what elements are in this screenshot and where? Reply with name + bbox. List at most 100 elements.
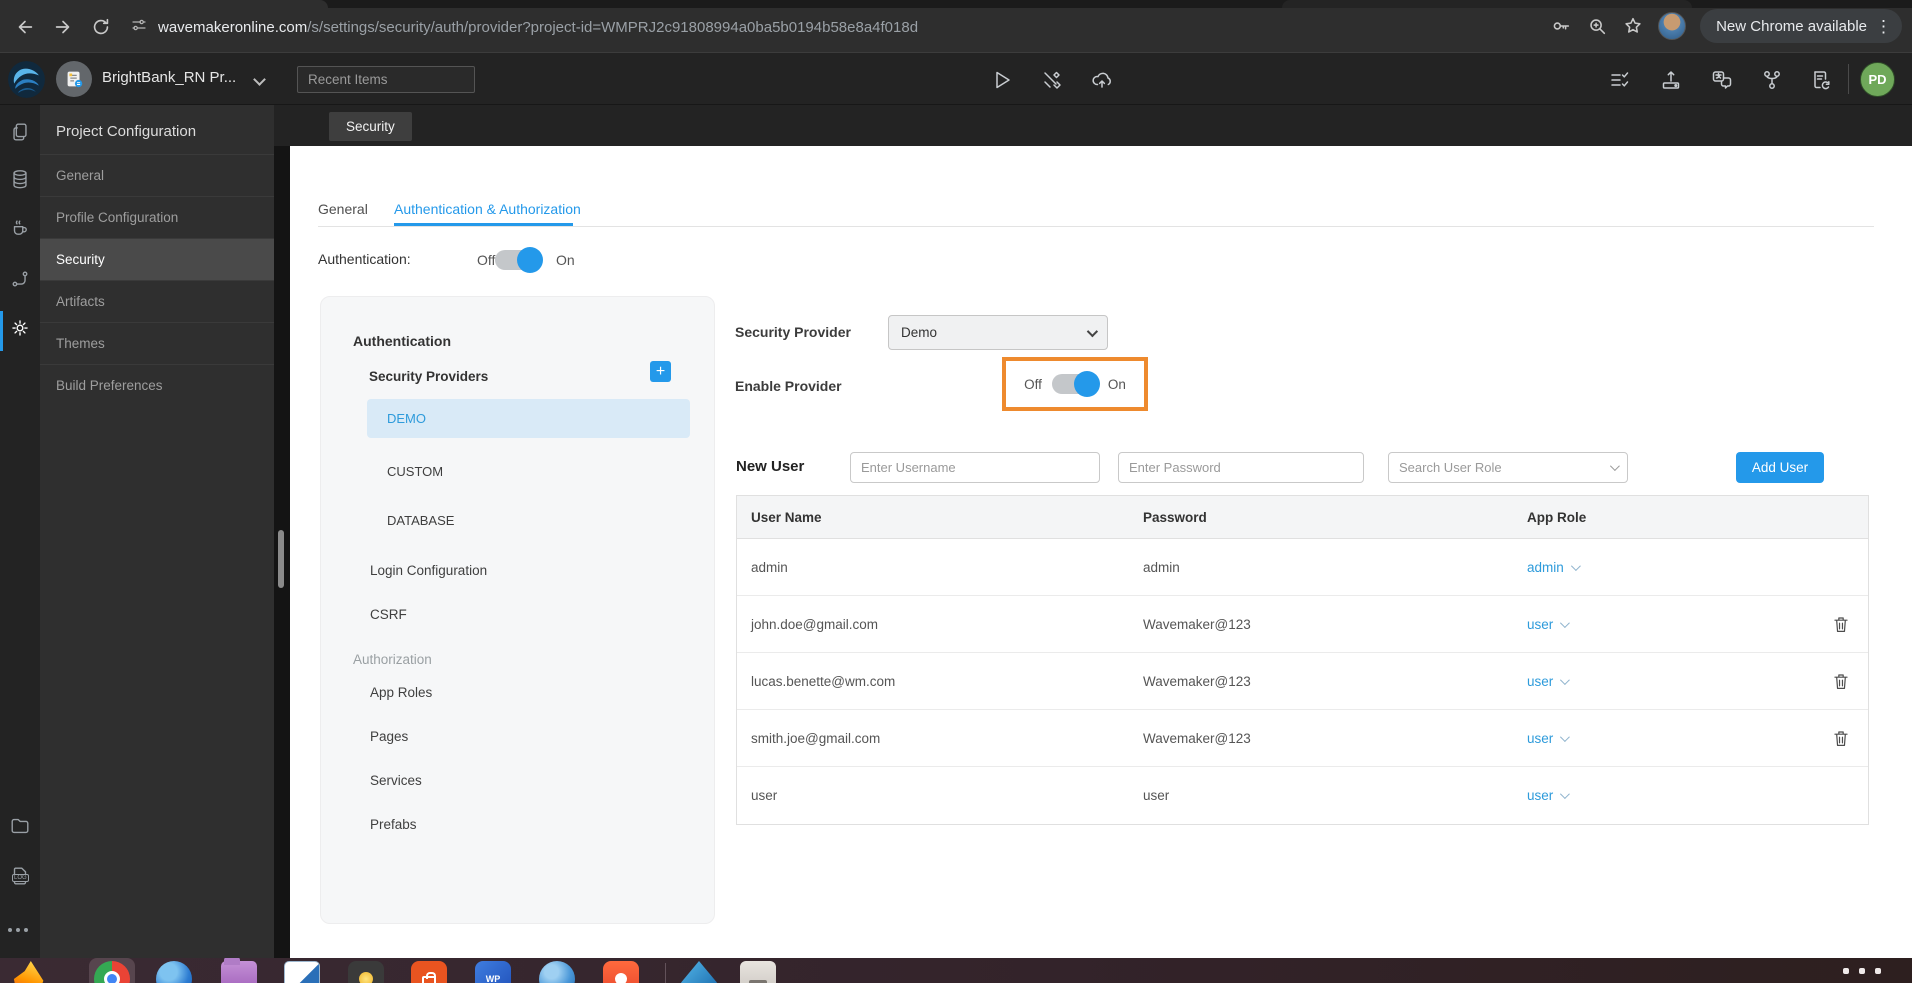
tab-general[interactable]: General <box>318 201 368 217</box>
apis-icon[interactable] <box>9 268 31 290</box>
security-provider-select[interactable]: Demo <box>888 315 1108 350</box>
browser-toolbar: wavemakeronline.com/s/settings/security/… <box>0 0 1912 53</box>
cell-password: Wavemaker@123 <box>1143 616 1251 632</box>
url-domain: wavemakeronline.com <box>158 18 308 36</box>
sidebar-item-security[interactable]: Security <box>40 238 274 280</box>
provider-item-custom[interactable]: CUSTOM <box>367 457 690 487</box>
user-role-select[interactable]: Search User Role <box>1388 452 1628 483</box>
user-avatar[interactable]: PD <box>1860 62 1895 97</box>
app-store-icon[interactable] <box>411 961 447 983</box>
role-dropdown[interactable]: admin <box>1513 560 1801 575</box>
authentication-toggle[interactable] <box>495 247 543 273</box>
username-input[interactable] <box>850 452 1100 483</box>
wavemaker-logo-icon[interactable] <box>8 61 45 98</box>
translate-icon[interactable] <box>1710 68 1734 92</box>
chevron-down-icon <box>1570 560 1581 571</box>
browser-active-tab[interactable] <box>0 0 328 8</box>
thunderbird-icon[interactable] <box>156 961 192 983</box>
delete-user-icon[interactable] <box>1832 729 1850 748</box>
site-info-icon[interactable] <box>130 16 148 39</box>
enable-provider-toggle[interactable] <box>1051 371 1100 397</box>
browser-profile-avatar[interactable] <box>1658 12 1687 40</box>
delete-user-icon[interactable] <box>1832 615 1850 634</box>
enable-provider-label: Enable Provider <box>735 378 842 394</box>
blue-sphere-app-icon[interactable] <box>539 961 575 983</box>
panel-scrollbar-thumb[interactable] <box>278 530 284 588</box>
wps-office-icon[interactable]: WP <box>475 961 511 983</box>
sidebar-item-artifacts[interactable]: Artifacts <box>40 280 274 322</box>
database-icon[interactable] <box>9 168 31 190</box>
folder-icon[interactable] <box>9 815 31 837</box>
nav-item-app-roles[interactable]: App Roles <box>370 685 432 700</box>
col-password: Password <box>1143 509 1207 525</box>
add-provider-button[interactable]: + <box>650 361 671 382</box>
java-services-icon[interactable] <box>9 217 31 239</box>
table-row: user user user <box>737 767 1868 824</box>
project-avatar-icon[interactable] <box>56 61 92 97</box>
role-dropdown[interactable]: user <box>1513 674 1801 689</box>
files-icon[interactable] <box>221 958 257 983</box>
recent-items-dropdown[interactable] <box>297 66 475 93</box>
gray-app-icon[interactable] <box>740 961 776 983</box>
chevron-down-icon <box>1560 789 1571 800</box>
delete-user-icon[interactable] <box>1832 672 1850 691</box>
checklist-icon[interactable] <box>1608 68 1632 92</box>
forward-icon[interactable] <box>52 16 74 38</box>
firefox-icon[interactable] <box>13 961 44 983</box>
enable-provider-highlight: Off On <box>1002 357 1148 411</box>
cell-username: user <box>751 788 778 803</box>
writer-icon[interactable] <box>284 961 320 983</box>
red-app-icon[interactable] <box>603 961 639 983</box>
address-bar[interactable]: wavemakeronline.com/s/settings/security/… <box>130 14 918 40</box>
reload-icon[interactable] <box>90 16 112 38</box>
toolbar-divider <box>1848 64 1849 94</box>
deploy-cloud-upload-icon[interactable] <box>1090 68 1114 92</box>
nav-item-services[interactable]: Services <box>370 773 422 788</box>
password-key-icon[interactable] <box>1550 15 1572 37</box>
browser-menu-icon[interactable]: ⋮ <box>1875 18 1892 35</box>
build-tools-icon[interactable] <box>1040 68 1064 92</box>
chrome-update-button[interactable]: New Chrome available ⋮ <box>1700 9 1902 43</box>
url-path: /s/settings/security/auth/provider?proje… <box>307 18 919 36</box>
run-play-icon[interactable] <box>990 68 1014 92</box>
panel-scrollbar-track[interactable] <box>274 105 290 983</box>
bookmark-star-icon[interactable] <box>1622 15 1644 37</box>
pages-icon[interactable] <box>9 121 31 143</box>
nav-item-login-configuration[interactable]: Login Configuration <box>370 563 487 578</box>
nav-item-csrf[interactable]: CSRF <box>370 607 407 622</box>
more-options-icon[interactable] <box>8 928 28 932</box>
tab-security[interactable]: Security <box>329 112 412 141</box>
screenshot-icon[interactable] <box>348 961 384 983</box>
show-apps-icon[interactable] <box>1843 968 1887 983</box>
role-dropdown[interactable]: user <box>1513 731 1801 746</box>
project-name[interactable]: BrightBank_RN Pr... <box>102 69 236 86</box>
browser-background-tab[interactable] <box>1282 0 1692 8</box>
sidebar-item-build-preferences[interactable]: Build Preferences <box>40 364 274 406</box>
role-value: user <box>1527 730 1554 746</box>
tab-authentication-authorization[interactable]: Authentication & Authorization <box>394 201 581 217</box>
blue-diamond-app-icon[interactable] <box>681 961 717 983</box>
export-icon[interactable] <box>1659 68 1683 92</box>
cell-password: Wavemaker@123 <box>1143 673 1251 689</box>
config-panel-title: Project Configuration <box>56 123 197 140</box>
nav-item-pages[interactable]: Pages <box>370 729 408 744</box>
role-dropdown[interactable]: user <box>1513 788 1801 803</box>
version-branch-icon[interactable] <box>1760 68 1784 92</box>
sidebar-item-general[interactable]: General <box>40 154 274 196</box>
project-chevron-down-icon[interactable] <box>253 73 266 86</box>
add-user-button[interactable]: Add User <box>1736 452 1824 483</box>
sidebar-item-profile-configuration[interactable]: Profile Configuration <box>40 196 274 238</box>
password-input[interactable] <box>1118 452 1364 483</box>
chrome-update-label: New Chrome available <box>1716 17 1867 35</box>
settings-gear-icon[interactable] <box>9 317 31 339</box>
authentication-off-label: Off <box>477 252 496 268</box>
sidebar-item-themes[interactable]: Themes <box>40 322 274 364</box>
file-sync-icon[interactable] <box>1809 68 1833 92</box>
back-icon[interactable] <box>14 16 36 38</box>
provider-item-demo[interactable]: DEMO <box>367 399 690 438</box>
role-dropdown[interactable]: user <box>1513 617 1801 632</box>
nav-item-prefabs[interactable]: Prefabs <box>370 817 417 832</box>
zoom-icon[interactable] <box>1586 15 1608 37</box>
log-file-icon[interactable]: LOG <box>9 865 31 887</box>
provider-item-database[interactable]: DATABASE <box>367 506 690 536</box>
